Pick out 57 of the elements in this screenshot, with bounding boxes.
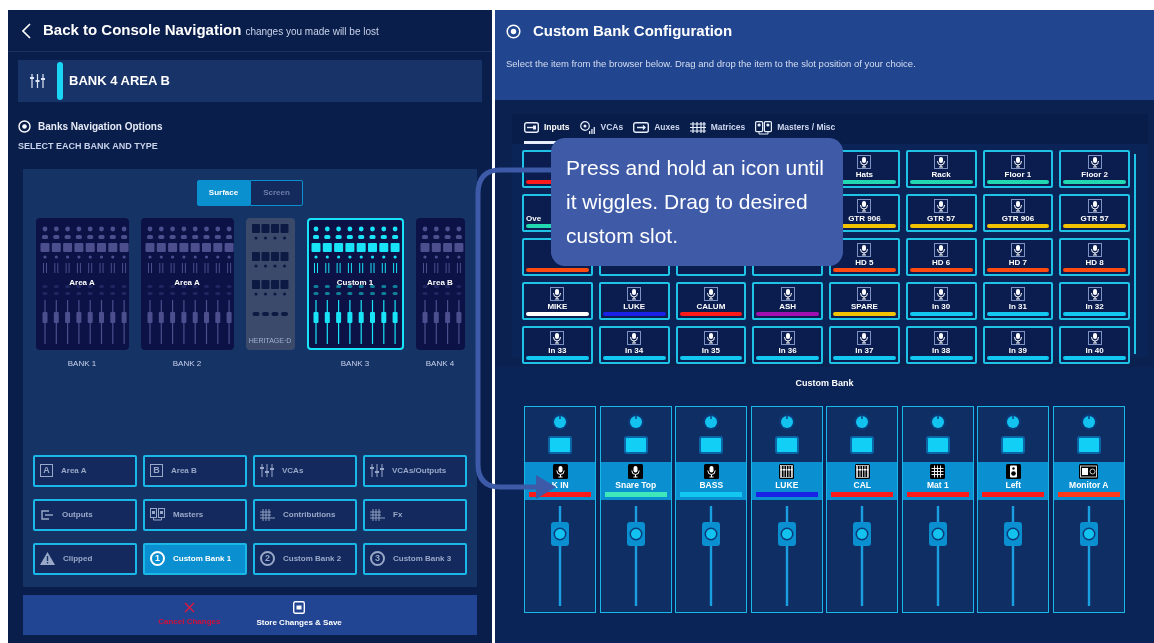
bank-name: BANK 4 AREA B xyxy=(69,72,170,91)
tile-label: HD 6 xyxy=(932,257,951,268)
tile-label: In 31 xyxy=(1008,301,1027,312)
circled-number-icon: 3 xyxy=(370,551,385,566)
bank-caption: BANK 3 xyxy=(340,357,370,370)
tile-label: In 35 xyxy=(701,345,720,356)
tile-label: Floor 2 xyxy=(1081,169,1108,180)
tile-label: LUKE xyxy=(623,301,645,312)
hint-text: Press and hold an icon until it wiggles. Drag to desired custom slot. xyxy=(566,155,825,249)
tile-label: Hats xyxy=(855,169,874,180)
tile-label: Rack xyxy=(931,169,951,180)
tile-label: CALUM xyxy=(696,301,726,312)
section-subtitle: SELECT EACH BANK AND TYPE xyxy=(18,140,159,153)
strip-label: CAL xyxy=(853,480,871,491)
config-title: Custom Bank Configuration xyxy=(533,21,733,41)
strip-label: Snare Top xyxy=(615,480,657,491)
tile-label: In 37 xyxy=(855,345,874,356)
tile-label: In 32 xyxy=(1085,301,1104,312)
tile-label: GTR 906 xyxy=(1001,213,1035,224)
tile-label: HD 5 xyxy=(855,257,874,268)
circled-number-icon: 2 xyxy=(260,551,275,566)
tile-label: HD 7 xyxy=(1008,257,1027,268)
bank-caption: BANK 1 xyxy=(67,357,97,370)
tile-label: In 38 xyxy=(932,345,951,356)
letter-icon: A xyxy=(40,464,53,477)
tile-label: SPARE xyxy=(850,301,878,312)
tile-label: ASH xyxy=(779,301,797,312)
warning-note: changes you made will be lost xyxy=(245,25,379,40)
tile-label: GTR 906 xyxy=(848,213,881,224)
tile-label: Floor 1 xyxy=(1004,169,1032,180)
strip-label: BASS xyxy=(699,480,724,491)
bank-area-label: Area B xyxy=(426,276,454,289)
tile-label: In 36 xyxy=(778,345,797,356)
bank-caption: BANK 4 xyxy=(425,357,455,370)
bank-area-label: Custom 1 xyxy=(335,276,375,289)
strip-label: Monitor A xyxy=(1069,480,1109,491)
tile-label: In 40 xyxy=(1085,345,1104,356)
circled-number-icon: 1 xyxy=(150,551,165,566)
tile-label: In 33 xyxy=(548,345,567,356)
tile-label: Ove xyxy=(526,213,542,224)
tile-label: GTR 57 xyxy=(927,213,956,224)
tile-label: HD 8 xyxy=(1085,257,1104,268)
tile-label: In 39 xyxy=(1008,345,1027,356)
bank-area-label: Area A xyxy=(173,276,201,289)
section-title: Banks Navigation Options xyxy=(38,120,163,134)
custom-bank-title: Custom Bank xyxy=(795,377,854,390)
letter-icon: B xyxy=(150,464,163,477)
tile-label: GTR 57 xyxy=(1080,213,1109,224)
tile-label: In 34 xyxy=(625,345,644,356)
tile-label: In 30 xyxy=(932,301,951,312)
strip-label: Left xyxy=(1005,480,1022,491)
tile-label: MIKE xyxy=(547,301,568,312)
bank-caption: BANK 2 xyxy=(172,357,202,370)
strip-label: Mat 1 xyxy=(926,480,949,491)
instructions: Select the item from the browser below. Drag and drop the item to the slot position of your choice. xyxy=(506,56,917,71)
bank-area-label: Area A xyxy=(68,276,96,289)
strip-label: LUKE xyxy=(775,480,799,491)
